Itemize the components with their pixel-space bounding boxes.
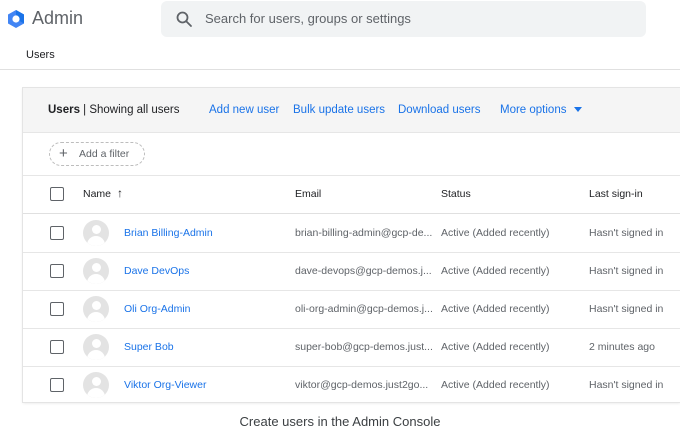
column-header-email[interactable]: Email (295, 188, 321, 200)
table-row[interactable]: Oli Org-Admin oli-org-admin@gcp-demos.j.… (23, 290, 680, 329)
column-header-name[interactable]: Name (83, 188, 111, 200)
table-row[interactable]: Brian Billing-Admin brian-billing-admin@… (23, 214, 680, 253)
search-icon[interactable] (175, 10, 193, 28)
avatar (83, 372, 109, 398)
caret-down-icon (574, 107, 583, 113)
admin-hexagon-logo-icon[interactable] (6, 9, 26, 29)
add-filter-button[interactable]: + Add a filter (49, 142, 145, 166)
user-email: viktor@gcp-demos.just2go... (295, 379, 429, 391)
table-row[interactable]: Dave DevOps dave-devops@gcp-demos.j... A… (23, 252, 680, 291)
avatar (83, 220, 109, 246)
user-status: Active (Added recently) (441, 341, 550, 353)
app-title[interactable]: Admin (32, 8, 83, 29)
user-last-signin: Hasn't signed in (589, 303, 664, 315)
user-status: Active (Added recently) (441, 265, 550, 277)
add-new-user-button[interactable]: Add new user (209, 104, 279, 116)
filter-row: + Add a filter (23, 132, 680, 176)
user-name-link[interactable]: Oli Org-Admin (124, 303, 191, 315)
users-toolbar: Users | Showing all users Add new user B… (23, 88, 680, 133)
add-filter-label: Add a filter (79, 148, 130, 160)
avatar (83, 296, 109, 322)
top-bar: Admin Search for users, groups or settin… (0, 0, 680, 40)
user-last-signin: Hasn't signed in (589, 379, 664, 391)
row-checkbox[interactable] (50, 264, 64, 278)
avatar (83, 258, 109, 284)
user-name-link[interactable]: Brian Billing-Admin (124, 227, 213, 239)
row-checkbox[interactable] (50, 340, 64, 354)
table-row[interactable]: Viktor Org-Viewer viktor@gcp-demos.just2… (23, 366, 680, 402)
user-last-signin: Hasn't signed in (589, 227, 664, 239)
figure-caption: Create users in the Admin Console (239, 414, 441, 429)
users-card: Users | Showing all users Add new user B… (23, 88, 680, 402)
user-name-link[interactable]: Super Bob (124, 341, 174, 353)
row-checkbox[interactable] (50, 302, 64, 316)
select-all-checkbox[interactable] (50, 187, 64, 201)
user-status: Active (Added recently) (441, 227, 550, 239)
sort-ascending-icon[interactable]: ↑ (117, 186, 123, 200)
more-options-button[interactable]: More options (500, 104, 583, 116)
user-email: oli-org-admin@gcp-demos.j... (295, 303, 433, 315)
bulk-update-users-button[interactable]: Bulk update users (293, 104, 385, 116)
table-header: Name ↑ Email Status Last sign-in (23, 176, 680, 214)
column-header-status[interactable]: Status (441, 188, 471, 200)
user-last-signin: Hasn't signed in (589, 265, 664, 277)
avatar (83, 334, 109, 360)
user-status: Active (Added recently) (441, 379, 550, 391)
user-email: dave-devops@gcp-demos.j... (295, 265, 432, 277)
more-options-label: More options (500, 104, 567, 116)
column-header-last-signin[interactable]: Last sign-in (589, 188, 643, 200)
plus-icon: + (59, 145, 68, 162)
user-email: super-bob@gcp-demos.just... (295, 341, 433, 353)
user-email: brian-billing-admin@gcp-de... (295, 227, 433, 239)
user-name-link[interactable]: Dave DevOps (124, 265, 189, 277)
header-divider (0, 69, 680, 70)
download-users-button[interactable]: Download users (398, 104, 480, 116)
row-checkbox[interactable] (50, 378, 64, 392)
users-list-title: Users | Showing all users (48, 104, 180, 116)
search-input[interactable]: Search for users, groups or settings (205, 11, 411, 26)
user-name-link[interactable]: Viktor Org-Viewer (124, 379, 206, 391)
search-bar[interactable]: Search for users, groups or settings (161, 1, 646, 37)
table-row[interactable]: Super Bob super-bob@gcp-demos.just... Ac… (23, 328, 680, 367)
user-last-signin: 2 minutes ago (589, 341, 655, 353)
row-checkbox[interactable] (50, 226, 64, 240)
breadcrumb[interactable]: Users (26, 49, 55, 61)
user-status: Active (Added recently) (441, 303, 550, 315)
